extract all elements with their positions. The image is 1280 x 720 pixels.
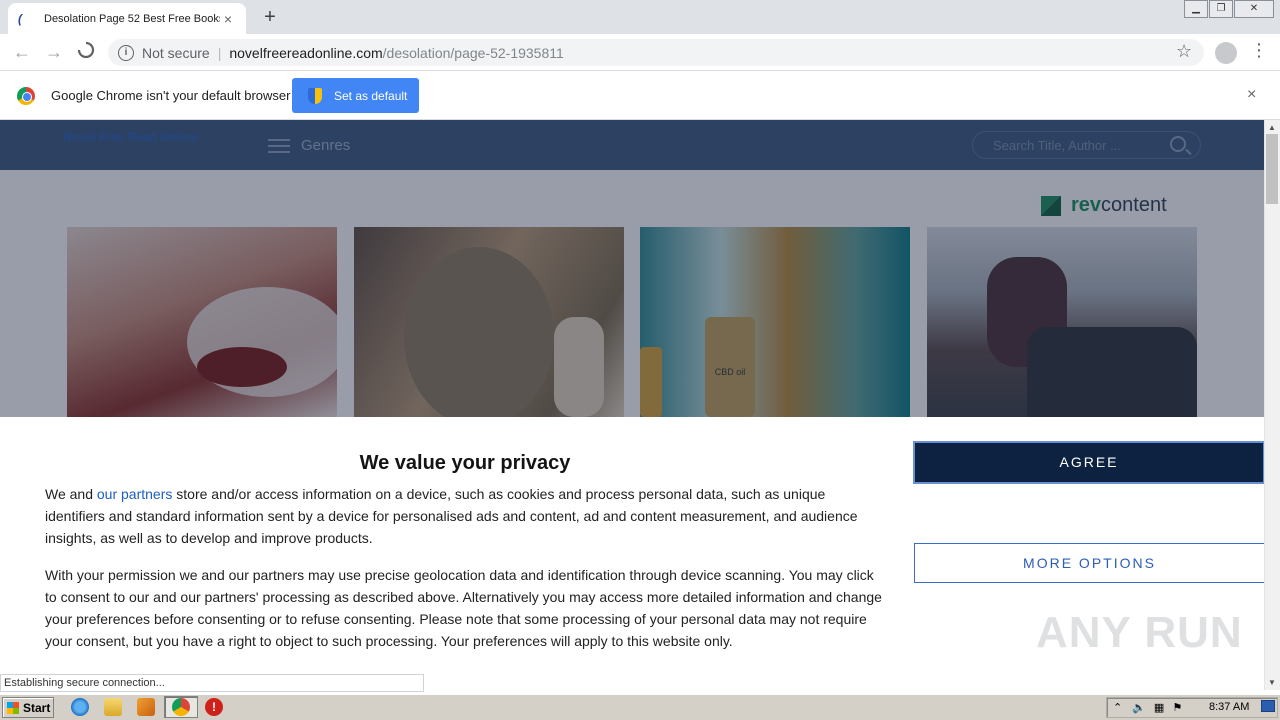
infobar-message: Google Chrome isn't your default browser [51, 88, 291, 103]
consent-title: We value your privacy [359, 452, 571, 474]
url-path: /desolation/page-52-1935811 [382, 44, 564, 61]
start-button[interactable]: Start [2, 697, 54, 718]
more-options-button[interactable]: MORE OPTIONS [914, 543, 1265, 583]
scroll-up-icon[interactable]: ▲ [1264, 121, 1280, 135]
scrollbar-thumb[interactable] [1266, 134, 1278, 204]
volume-icon[interactable]: 🔈 [1132, 701, 1146, 714]
file-explorer-icon[interactable] [104, 698, 122, 716]
alert-app-icon[interactable]: ! [205, 698, 223, 716]
agree-button[interactable]: AGREE [913, 441, 1265, 484]
set-as-default-button[interactable]: Set as default [292, 78, 419, 113]
browser-menu-icon[interactable]: ⋮ [1250, 40, 1268, 61]
chrome-taskbar-icon [172, 698, 190, 716]
page-scrollbar[interactable] [1264, 120, 1280, 690]
info-icon[interactable]: i [118, 44, 134, 61]
loading-spinner-icon [77, 41, 95, 59]
status-bubble: Establishing secure connection... [0, 674, 424, 692]
tab-active[interactable]: ( Desolation Page 52 Best Free Books × [8, 3, 246, 34]
scroll-down-icon[interactable]: ▼ [1264, 676, 1280, 690]
clock[interactable]: 8:37 AM [1209, 701, 1249, 713]
consent-paragraph-2: With your permission we and our partners… [45, 567, 882, 649]
address-bar[interactable]: i Not secure | novelfreereadonline.com/d… [108, 39, 1204, 66]
back-button[interactable]: ← [10, 40, 34, 64]
show-desktop-icon[interactable] [1261, 700, 1275, 712]
tray-expand-icon[interactable]: ⌃ [1113, 701, 1122, 714]
action-center-flag-icon[interactable]: ⚑ [1172, 701, 1182, 714]
chrome-logo-icon [17, 87, 35, 105]
windows-logo-icon [7, 701, 19, 714]
tab-close-icon[interactable]: × [220, 11, 236, 27]
divider: | [217, 44, 222, 61]
restore-button[interactable]: ❐ [1209, 0, 1233, 18]
favicon-icon: ( [18, 11, 22, 26]
url-host: novelfreereadonline.com [229, 44, 383, 61]
minimize-button[interactable]: ▁ [1184, 0, 1208, 18]
tab-title: Desolation Page 52 Best Free Books [44, 12, 220, 25]
network-icon[interactable]: ▦ [1154, 701, 1164, 714]
consent-p1-before: We and [45, 486, 97, 502]
internet-explorer-icon[interactable] [71, 698, 89, 716]
bookmark-star-icon[interactable]: ☆ [1176, 41, 1192, 62]
consent-paragraph-1: We and our partners store and/or access … [45, 483, 885, 549]
profile-avatar[interactable] [1215, 42, 1237, 64]
modal-overlay [0, 120, 1264, 417]
system-tray: ⌃ 🔈 ▦ ⚑ 8:37 AM [1106, 697, 1278, 718]
set-as-default-label: Set as default [334, 88, 408, 103]
security-label: Not secure [142, 44, 210, 61]
infobar-close-icon[interactable]: × [1247, 86, 1256, 104]
window-close-button[interactable]: ✕ [1234, 0, 1274, 18]
stop-loading-button[interactable] [74, 40, 98, 64]
anyrun-watermark: ANY RUN [1036, 608, 1243, 657]
uac-shield-icon [308, 87, 322, 104]
our-partners-link[interactable]: our partners [97, 486, 172, 502]
media-player-icon[interactable] [137, 698, 155, 716]
forward-button[interactable]: → [42, 40, 66, 64]
start-label: Start [23, 700, 51, 715]
new-tab-button[interactable]: + [258, 6, 282, 30]
